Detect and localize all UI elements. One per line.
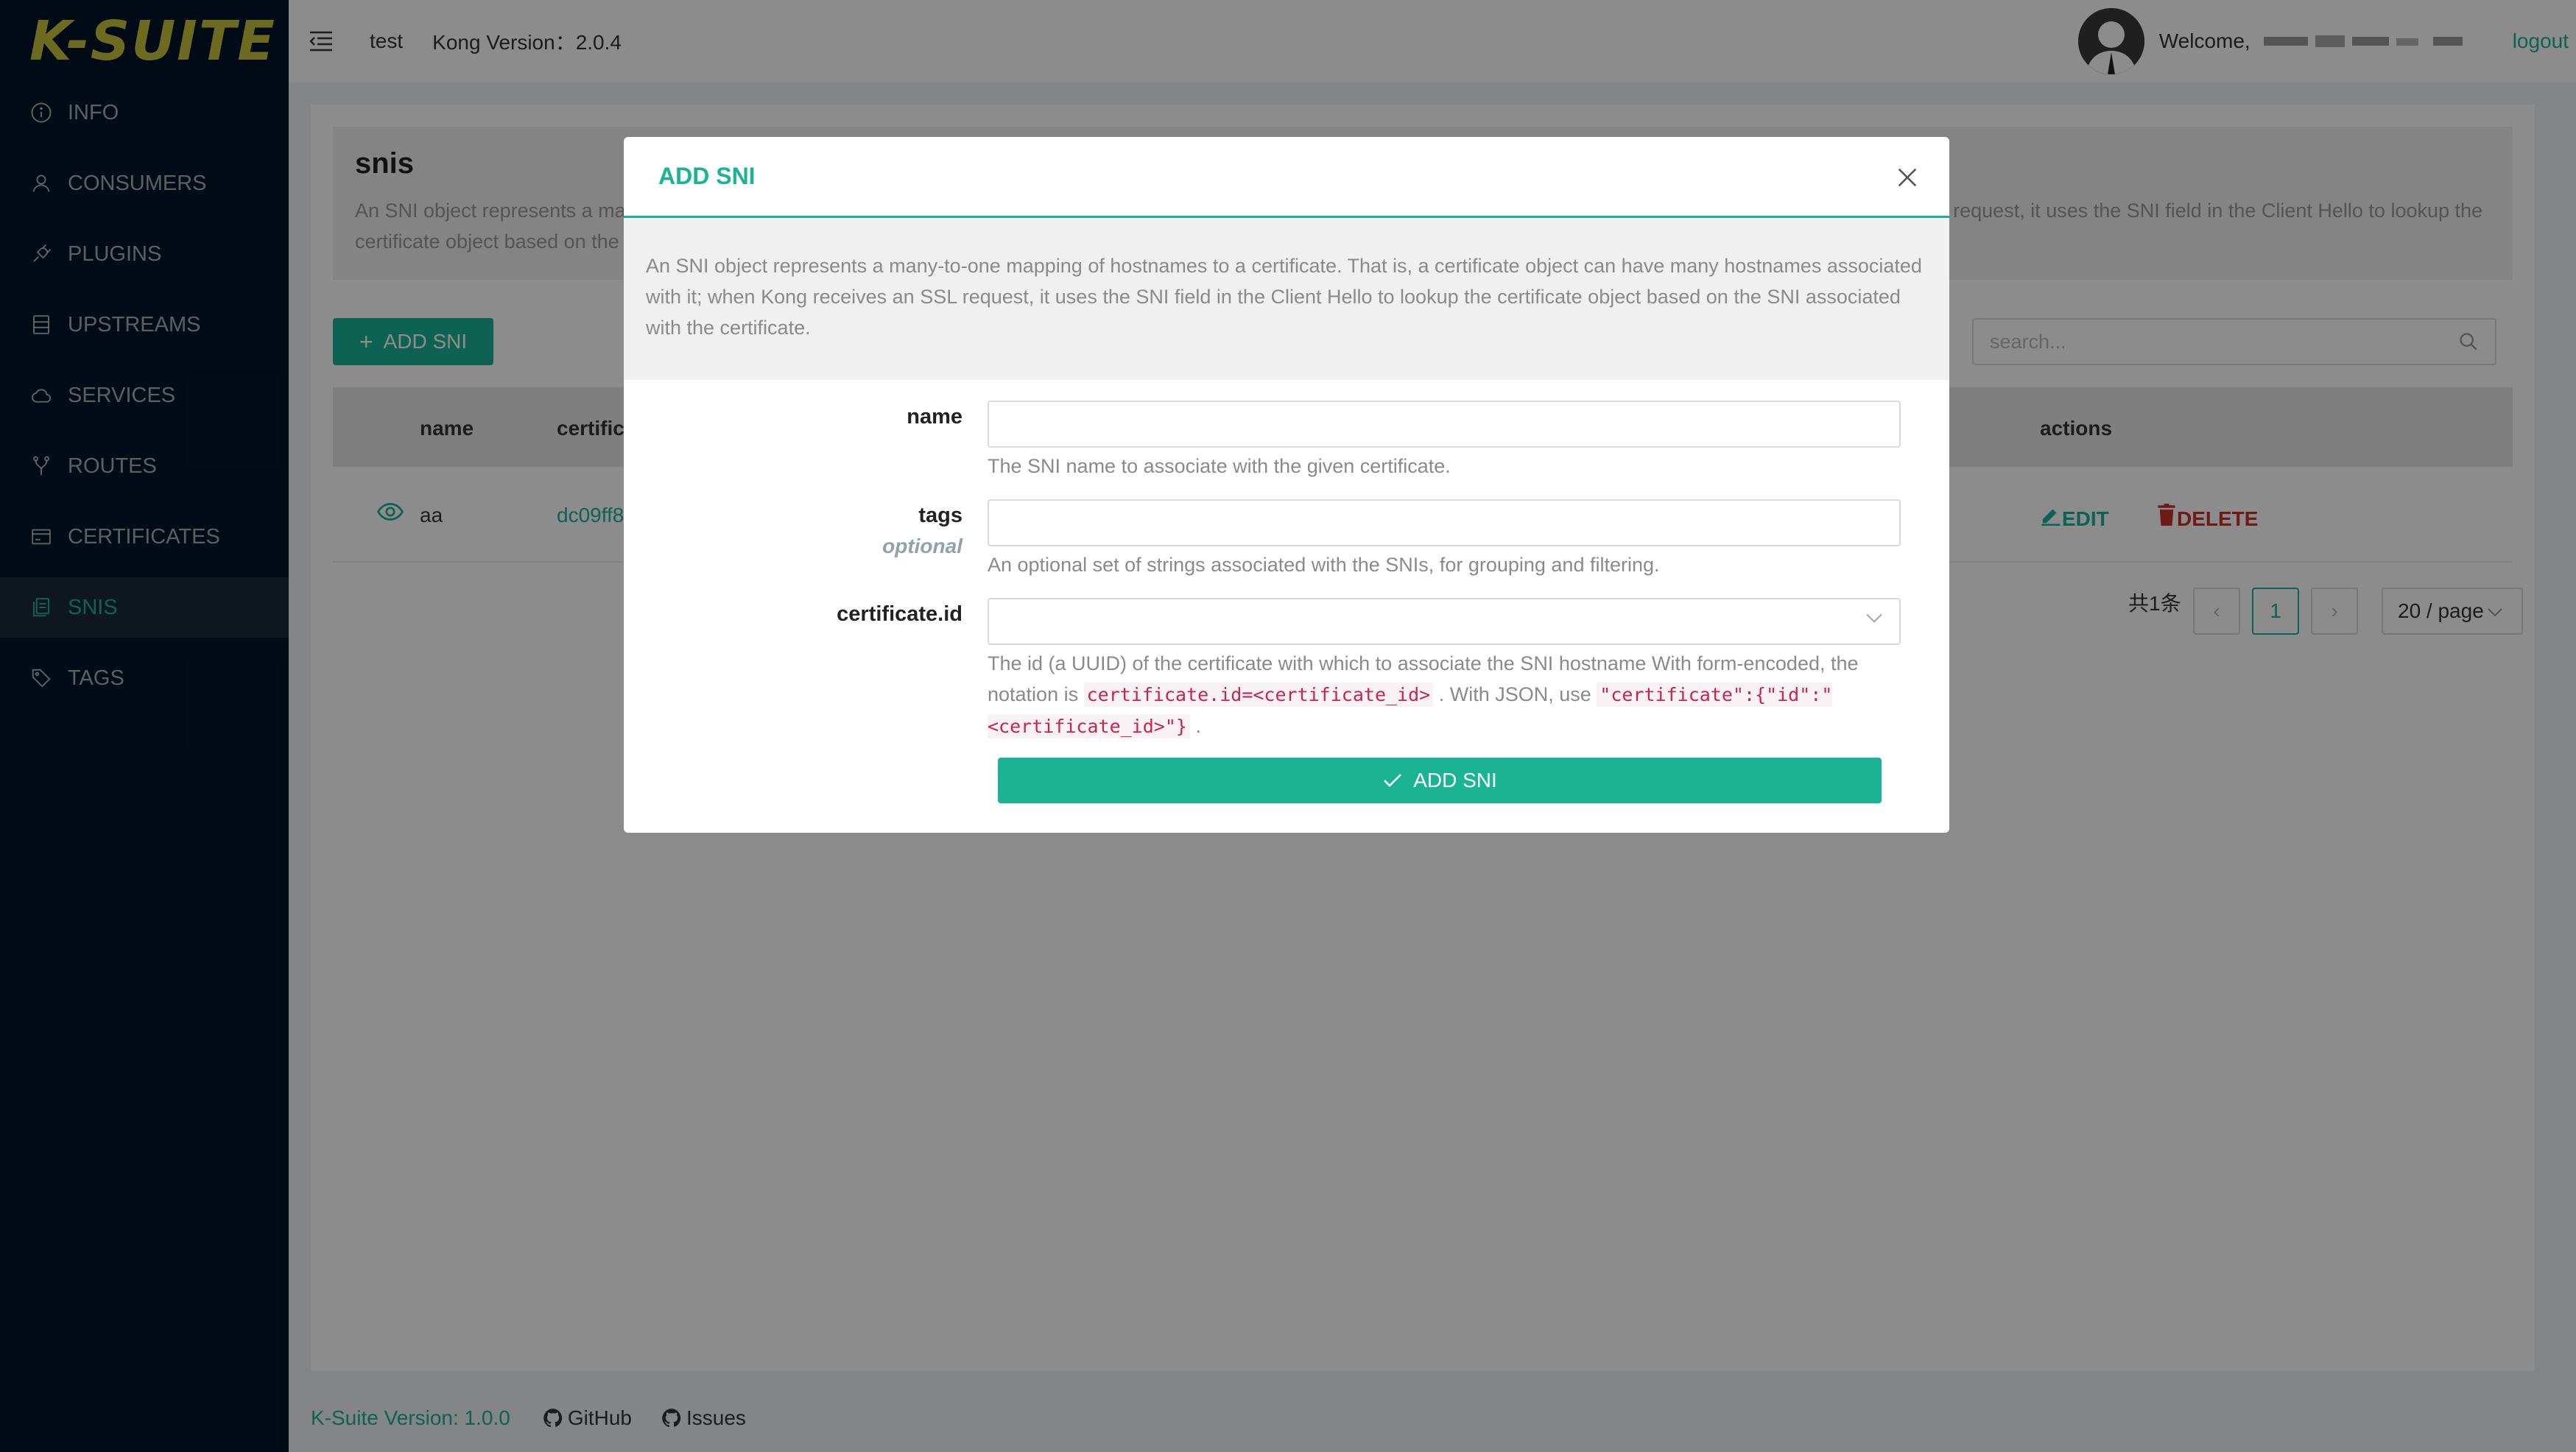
submit-add-sni-button[interactable]: ADD SNI (998, 758, 1882, 803)
chevron-down-icon (1865, 613, 1883, 628)
close-icon[interactable] (1895, 165, 1920, 190)
certificate-id-label: certificate.id (837, 602, 963, 626)
certificate-code-form: certificate.id=<certificate_id> (1083, 683, 1434, 707)
certificate-id-select[interactable] (988, 598, 1901, 645)
tags-label: tags (918, 504, 963, 527)
certificate-id-help: The id (a UUID) of the certificate with … (988, 648, 1908, 742)
name-label: name (907, 405, 963, 429)
check-icon (1384, 774, 1402, 787)
add-sni-modal: ADD SNI An SNI object represents a many-… (624, 137, 1949, 833)
submit-label: ADD SNI (1413, 769, 1497, 792)
modal-description: An SNI object represents a many-to-one m… (624, 218, 1949, 380)
tags-input[interactable] (988, 499, 1901, 546)
modal-title: ADD SNI (658, 163, 756, 189)
certificate-help-text-3: . (1195, 715, 1201, 737)
certificate-help-text-2: . With JSON, use (1438, 683, 1591, 705)
name-help: The SNI name to associate with the given… (988, 455, 1451, 477)
tags-help: An optional set of strings associated wi… (988, 554, 1660, 576)
modal-header: ADD SNI (624, 137, 1949, 218)
tags-optional-hint: optional (882, 535, 963, 557)
name-input[interactable] (988, 401, 1901, 448)
